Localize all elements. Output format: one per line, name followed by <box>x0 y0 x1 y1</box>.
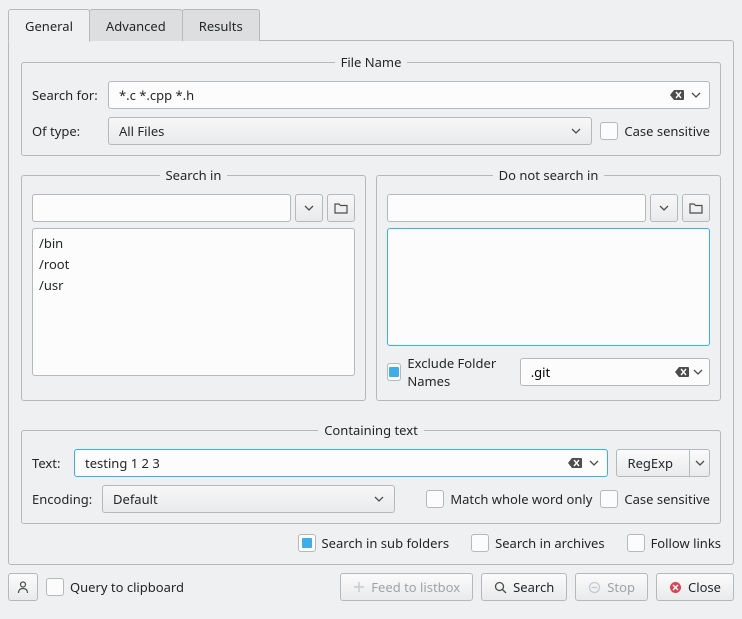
group-search-in-legend: Search in <box>160 166 228 184</box>
chevron-down-icon[interactable] <box>689 450 709 476</box>
search-icon <box>494 581 507 594</box>
chevron-down-icon <box>567 118 585 144</box>
stop-icon <box>588 581 601 594</box>
regexp-button[interactable]: RegExp <box>616 449 710 477</box>
search-in-history-button[interactable] <box>295 194 323 222</box>
group-do-not-search-in-legend: Do not search in <box>493 166 605 184</box>
backspace-clear-icon[interactable] <box>669 87 685 103</box>
checkbox-icon <box>46 578 64 596</box>
search-archives-check[interactable]: Search in archives <box>471 534 605 552</box>
list-item[interactable]: /bin <box>39 233 348 254</box>
text-case-sensitive-label: Case sensitive <box>624 490 710 508</box>
search-button-label: Search <box>513 578 554 596</box>
text-input-wrap[interactable] <box>74 449 608 477</box>
search-in-browse-button[interactable] <box>327 194 355 222</box>
match-whole-word-label: Match whole word only <box>450 490 592 508</box>
text-case-sensitive-check[interactable]: Case sensitive <box>600 490 710 508</box>
checkbox-icon <box>387 363 401 381</box>
group-containing-text-legend: Containing text <box>318 421 424 439</box>
follow-links-label: Follow links <box>651 534 721 552</box>
close-icon <box>669 581 682 594</box>
filename-case-sensitive-check[interactable]: Case sensitive <box>600 122 710 140</box>
text-label: Text: <box>32 454 66 472</box>
of-type-label: Of type: <box>32 122 100 140</box>
search-in-listbox[interactable]: /bin /root /usr <box>32 228 355 376</box>
filename-case-sensitive-label: Case sensitive <box>624 122 710 140</box>
follow-links-check[interactable]: Follow links <box>627 534 721 552</box>
dont-search-history-button[interactable] <box>650 194 678 222</box>
group-file-name-legend: File Name <box>335 53 408 71</box>
group-search-in: Search in /bin /root /usr <box>21 166 366 401</box>
backspace-clear-icon[interactable] <box>567 455 583 471</box>
search-button[interactable]: Search <box>481 573 567 601</box>
search-for-input-wrap[interactable] <box>108 81 710 109</box>
group-do-not-search-in: Do not search in Ex <box>376 166 721 401</box>
list-item[interactable]: /usr <box>39 275 348 296</box>
close-button-label: Close <box>688 578 721 596</box>
query-to-clipboard-label: Query to clipboard <box>70 578 184 596</box>
person-icon <box>16 580 30 594</box>
checkbox-icon <box>426 490 444 508</box>
folder-icon <box>689 202 703 214</box>
dont-search-path-input[interactable] <box>387 194 646 222</box>
search-for-input[interactable] <box>117 82 669 108</box>
dont-search-listbox[interactable] <box>387 228 710 346</box>
checkbox-icon <box>471 534 489 552</box>
stop-button: Stop <box>575 573 648 601</box>
feed-to-listbox-button: Feed to listbox <box>340 573 473 601</box>
tab-general[interactable]: General <box>8 9 90 42</box>
exclude-folder-names-label: Exclude Folder Names <box>407 354 511 390</box>
chevron-down-icon[interactable] <box>585 450 603 476</box>
encoding-label: Encoding: <box>32 490 94 508</box>
group-containing-text: Containing text Text: RegExp <box>21 421 721 524</box>
folder-icon <box>334 202 348 214</box>
checkbox-icon <box>627 534 645 552</box>
chevron-down-icon <box>370 486 388 512</box>
plus-icon <box>353 581 365 593</box>
search-for-label: Search for: <box>32 86 100 104</box>
feed-to-listbox-label: Feed to listbox <box>371 578 460 596</box>
tab-results[interactable]: Results <box>182 9 260 41</box>
encoding-value: Default <box>113 490 370 508</box>
tab-advanced[interactable]: Advanced <box>89 9 183 41</box>
match-whole-word-check[interactable]: Match whole word only <box>426 490 592 508</box>
profile-button[interactable] <box>8 573 38 601</box>
encoding-combo[interactable]: Default <box>102 485 395 513</box>
list-item[interactable]: /root <box>39 254 348 275</box>
search-archives-label: Search in archives <box>495 534 605 552</box>
stop-button-label: Stop <box>607 578 635 596</box>
tab-panel-general: File Name Search for: Of type: All Files <box>8 40 734 565</box>
text-input[interactable] <box>83 450 567 476</box>
close-button[interactable]: Close <box>656 573 734 601</box>
chevron-down-icon[interactable] <box>687 82 705 108</box>
exclude-folder-names-input[interactable] <box>529 362 675 382</box>
exclude-folder-names-check[interactable]: Exclude Folder Names <box>387 354 512 390</box>
dont-search-browse-button[interactable] <box>682 194 710 222</box>
backspace-clear-icon[interactable] <box>675 364 689 380</box>
group-file-name: File Name Search for: Of type: All Files <box>21 53 721 156</box>
exclude-folder-names-input-wrap[interactable] <box>520 358 710 386</box>
search-in-path-input[interactable] <box>32 194 291 222</box>
checkbox-icon <box>298 534 316 552</box>
search-subfolders-check[interactable]: Search in sub folders <box>298 534 450 552</box>
of-type-value: All Files <box>119 122 567 140</box>
search-subfolders-label: Search in sub folders <box>322 534 450 552</box>
checkbox-icon <box>600 490 618 508</box>
query-to-clipboard-check[interactable]: Query to clipboard <box>46 578 184 596</box>
of-type-combo[interactable]: All Files <box>108 117 592 145</box>
regexp-button-label: RegExp <box>617 450 683 476</box>
chevron-down-icon[interactable] <box>691 359 705 385</box>
checkbox-icon <box>600 122 618 140</box>
